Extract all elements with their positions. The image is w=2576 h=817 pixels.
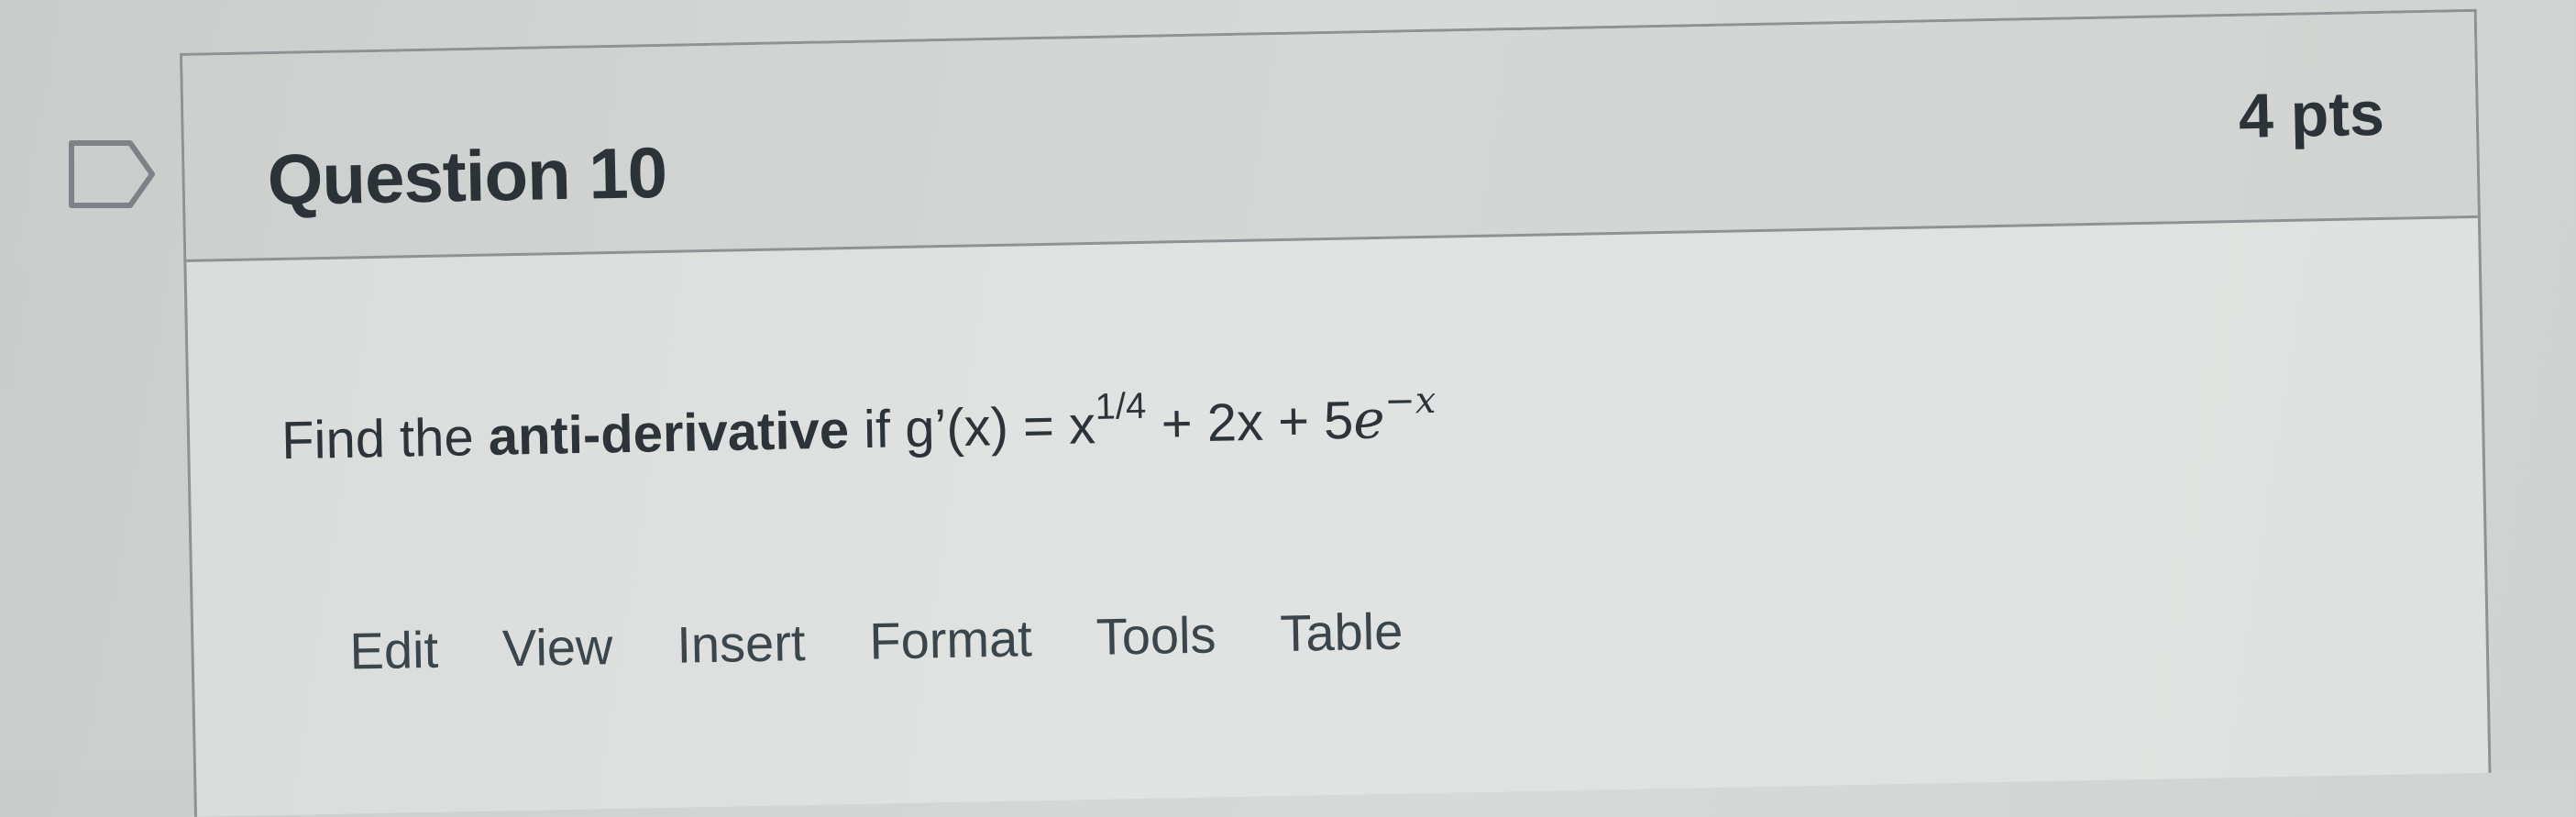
question-title: Question 10 bbox=[266, 131, 667, 221]
menu-format[interactable]: Format bbox=[869, 608, 1033, 670]
menu-insert[interactable]: Insert bbox=[677, 613, 806, 675]
math-e-symbol: e bbox=[1352, 388, 1386, 451]
flag-question-icon[interactable] bbox=[66, 138, 158, 211]
question-exponent: 1/4 bbox=[1095, 385, 1147, 427]
question-text-mid: if g’(x) = x bbox=[848, 395, 1096, 460]
menu-view[interactable]: View bbox=[501, 616, 613, 678]
question-body: Find the anti-derivative if g’(x) = x1/4… bbox=[186, 218, 2488, 812]
menu-table[interactable]: Table bbox=[1280, 602, 1404, 664]
question-points: 4 pts bbox=[2238, 78, 2385, 151]
math-e-exponent: −x bbox=[1383, 379, 1437, 423]
menu-edit[interactable]: Edit bbox=[349, 620, 439, 681]
question-text: Find the anti-derivative if g’(x) = x1/4… bbox=[281, 380, 1437, 472]
question-text-bold: anti-derivative bbox=[488, 400, 850, 467]
question-card: Question 10 4 pts Find the anti-derivati… bbox=[180, 8, 2492, 817]
question-text-after-exponent: + 2x + 5 bbox=[1146, 390, 1354, 455]
menu-tools[interactable]: Tools bbox=[1095, 604, 1216, 666]
question-text-prefix: Find the bbox=[281, 406, 490, 471]
editor-menubar: Edit View Insert Format Tools Table bbox=[349, 602, 1404, 681]
